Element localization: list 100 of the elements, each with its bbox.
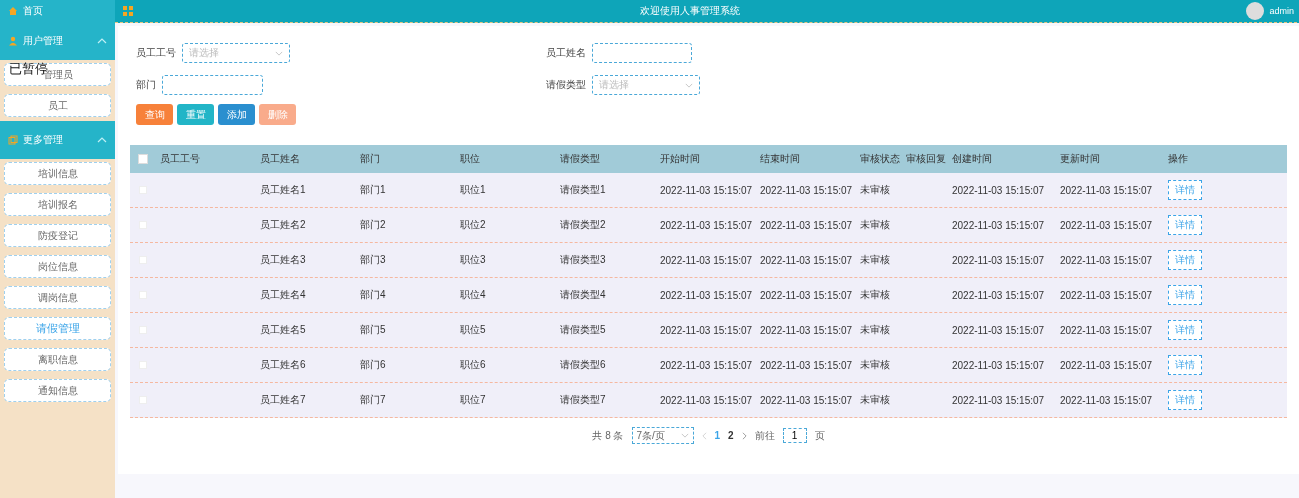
table-cell: 2022-11-03 15:15:07	[1060, 254, 1153, 266]
previous-page-icon[interactable]	[701, 431, 707, 440]
filter-label: 员工姓名	[546, 46, 586, 60]
menu-group-header[interactable]: 更多管理	[0, 121, 115, 159]
input-field[interactable]	[592, 43, 692, 63]
menu-item[interactable]: 员工	[4, 94, 111, 117]
reset-button[interactable]: 重置	[177, 104, 214, 125]
table-cell: 2022-11-03 15:15:07	[952, 219, 1045, 231]
table-cell: 职位2	[460, 219, 486, 230]
menu-item[interactable]: 请假管理	[4, 317, 111, 340]
table-cell: 员工姓名6	[260, 359, 306, 370]
menu-item[interactable]: 培训报名	[4, 193, 111, 216]
table-cell: 2022-11-03 15:15:07	[760, 289, 853, 301]
table-cell: 2022-11-03 15:15:07	[660, 219, 753, 231]
table-cell: 2022-11-03 15:15:07	[1060, 324, 1153, 336]
total-count: 共 8 条	[592, 428, 624, 443]
page-number[interactable]: 1	[714, 430, 721, 441]
table-cell: 职位3	[460, 254, 486, 265]
table-cell: 2022-11-03 15:15:07	[660, 324, 753, 336]
table-cell: 请假类型7	[560, 394, 606, 405]
menu-item[interactable]: 培训信息	[4, 162, 111, 185]
next-page-icon[interactable]	[741, 431, 747, 440]
table-cell: 2022-11-03 15:15:07	[760, 359, 853, 371]
column-header: 部门	[359, 152, 381, 166]
table-cell: 未审核	[860, 289, 890, 300]
search-button[interactable]: 查询	[136, 104, 173, 125]
table-cell: 2022-11-03 15:15:07	[952, 324, 1045, 336]
chevron-down-icon	[275, 50, 283, 56]
table-cell: 2022-11-03 15:15:07	[660, 359, 753, 371]
column-header: 员工工号	[159, 152, 201, 166]
menu-group-header[interactable]: 用户管理	[0, 22, 115, 60]
details-button[interactable]: 详情	[1168, 320, 1202, 340]
user-icon	[8, 36, 18, 46]
page-input[interactable]: 1	[782, 428, 807, 443]
table-cell: 2022-11-03 15:15:07	[760, 394, 853, 406]
table-cell: 职位6	[460, 359, 486, 370]
column-header: 审核状态	[859, 152, 901, 166]
menu-item[interactable]: 防疫登记	[4, 224, 111, 247]
table-cell: 2022-11-03 15:15:07	[1060, 184, 1153, 196]
checkbox[interactable]	[137, 154, 148, 164]
menu-item[interactable]: 岗位信息	[4, 255, 111, 278]
table-cell: 部门4	[360, 289, 386, 300]
select-field[interactable]: 请选择	[592, 75, 700, 95]
table-cell: 请假类型4	[560, 289, 606, 300]
table-cell: 职位4	[460, 289, 486, 300]
details-button[interactable]: 详情	[1168, 355, 1202, 375]
select-field[interactable]: 请选择	[182, 43, 290, 63]
details-button[interactable]: 详情	[1168, 285, 1202, 305]
table-cell: 2022-11-03 15:15:07	[952, 184, 1045, 196]
table-cell: 2022-11-03 15:15:07	[660, 254, 753, 266]
table-cell: 请假类型6	[560, 359, 606, 370]
delete-button[interactable]: 删除	[259, 104, 296, 125]
input-field[interactable]	[162, 75, 263, 95]
page-number[interactable]: 2	[728, 430, 734, 441]
table-cell: 职位7	[460, 394, 486, 405]
chevron-down-icon	[685, 82, 693, 88]
details-button[interactable]: 详情	[1168, 250, 1202, 270]
page-suffix: 页	[814, 428, 825, 443]
table-cell: 2022-11-03 15:15:07	[760, 219, 853, 231]
details-button[interactable]: 详情	[1168, 390, 1202, 410]
table-cell: 2022-11-03 15:15:07	[952, 254, 1045, 266]
menu-item[interactable]: 离职信息	[4, 348, 111, 371]
table-cell: 2022-11-03 15:15:07	[952, 394, 1045, 406]
table-cell: 员工姓名4	[260, 289, 306, 300]
table-cell: 未审核	[860, 254, 890, 265]
filter-label: 员工工号	[136, 46, 176, 60]
table-cell: 请假类型3	[560, 254, 606, 265]
table-cell: 未审核	[860, 359, 890, 370]
column-header: 职位	[459, 152, 481, 166]
table-cell: 2022-11-03 15:15:07	[660, 289, 753, 301]
table-cell: 2022-11-03 15:15:07	[660, 394, 753, 406]
user-name[interactable]: admin	[1269, 6, 1294, 16]
home-icon	[8, 6, 18, 16]
table-cell: 未审核	[860, 184, 890, 195]
page-size-select[interactable]: 7条/页	[631, 427, 694, 444]
table-cell: 2022-11-03 15:15:07	[760, 324, 853, 336]
add-button[interactable]: 添加	[218, 104, 255, 125]
table-cell: 员工姓名7	[260, 394, 306, 405]
table-cell: 部门1	[360, 184, 386, 195]
column-header: 开始时间	[659, 152, 701, 166]
table-cell: 请假类型2	[560, 219, 606, 230]
details-button[interactable]: 详情	[1168, 180, 1202, 200]
copy-icon	[8, 135, 18, 145]
menu-item[interactable]: 通知信息	[4, 379, 111, 402]
home-menu-item[interactable]: 首页	[0, 0, 115, 22]
avatar[interactable]	[1246, 2, 1265, 20]
table-cell: 2022-11-03 15:15:07	[952, 289, 1045, 301]
grid-icon[interactable]	[123, 6, 133, 16]
table-cell: 2022-11-03 15:15:07	[760, 254, 853, 266]
table-cell: 部门6	[360, 359, 386, 370]
column-header: 员工姓名	[259, 152, 301, 166]
table-cell: 员工姓名1	[260, 184, 306, 195]
filter-label: 部门	[136, 78, 156, 92]
table-cell: 2022-11-03 15:15:07	[952, 359, 1045, 371]
table-cell: 员工姓名2	[260, 219, 306, 230]
table-cell: 未审核	[860, 219, 890, 230]
details-button[interactable]: 详情	[1168, 215, 1202, 235]
header-title: 欢迎使用人事管理系统	[638, 4, 741, 18]
menu-item[interactable]: 调岗信息	[4, 286, 111, 309]
table-cell: 2022-11-03 15:15:07	[760, 184, 853, 196]
